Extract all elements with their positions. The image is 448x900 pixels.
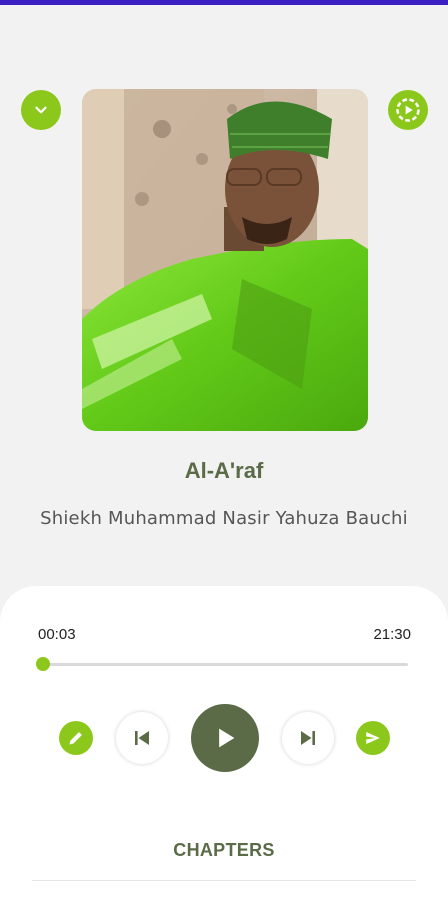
seek-bar-thumb[interactable]: [35, 657, 50, 671]
edit-button[interactable]: [59, 721, 93, 755]
elapsed-time: 00:03: [38, 626, 76, 643]
total-duration: 21:30: [373, 626, 411, 643]
play-icon: [219, 728, 235, 748]
share-button[interactable]: [356, 721, 390, 755]
skip-previous-icon: [135, 731, 149, 745]
track-artist: Shiekh Muhammad Nasir Yahuza Bauchi: [40, 508, 408, 529]
divider: [32, 880, 416, 881]
seek-bar[interactable]: [35, 657, 408, 671]
play-circle-icon: [396, 98, 420, 122]
send-icon: [366, 732, 380, 744]
next-button[interactable]: [282, 712, 334, 764]
status-bar: [0, 0, 448, 5]
track-title: Al-A'raf: [184, 458, 264, 483]
speaker-artwork: [82, 89, 368, 431]
skip-next-icon: [301, 731, 315, 745]
previous-button[interactable]: [116, 712, 168, 764]
play-button[interactable]: [191, 704, 259, 772]
pencil-icon: [69, 732, 82, 745]
media-output-button[interactable]: [388, 90, 428, 130]
chapters-heading[interactable]: CHAPTERS: [0, 840, 448, 861]
collapse-button[interactable]: [21, 90, 61, 130]
chevron-down-icon: [35, 106, 47, 114]
